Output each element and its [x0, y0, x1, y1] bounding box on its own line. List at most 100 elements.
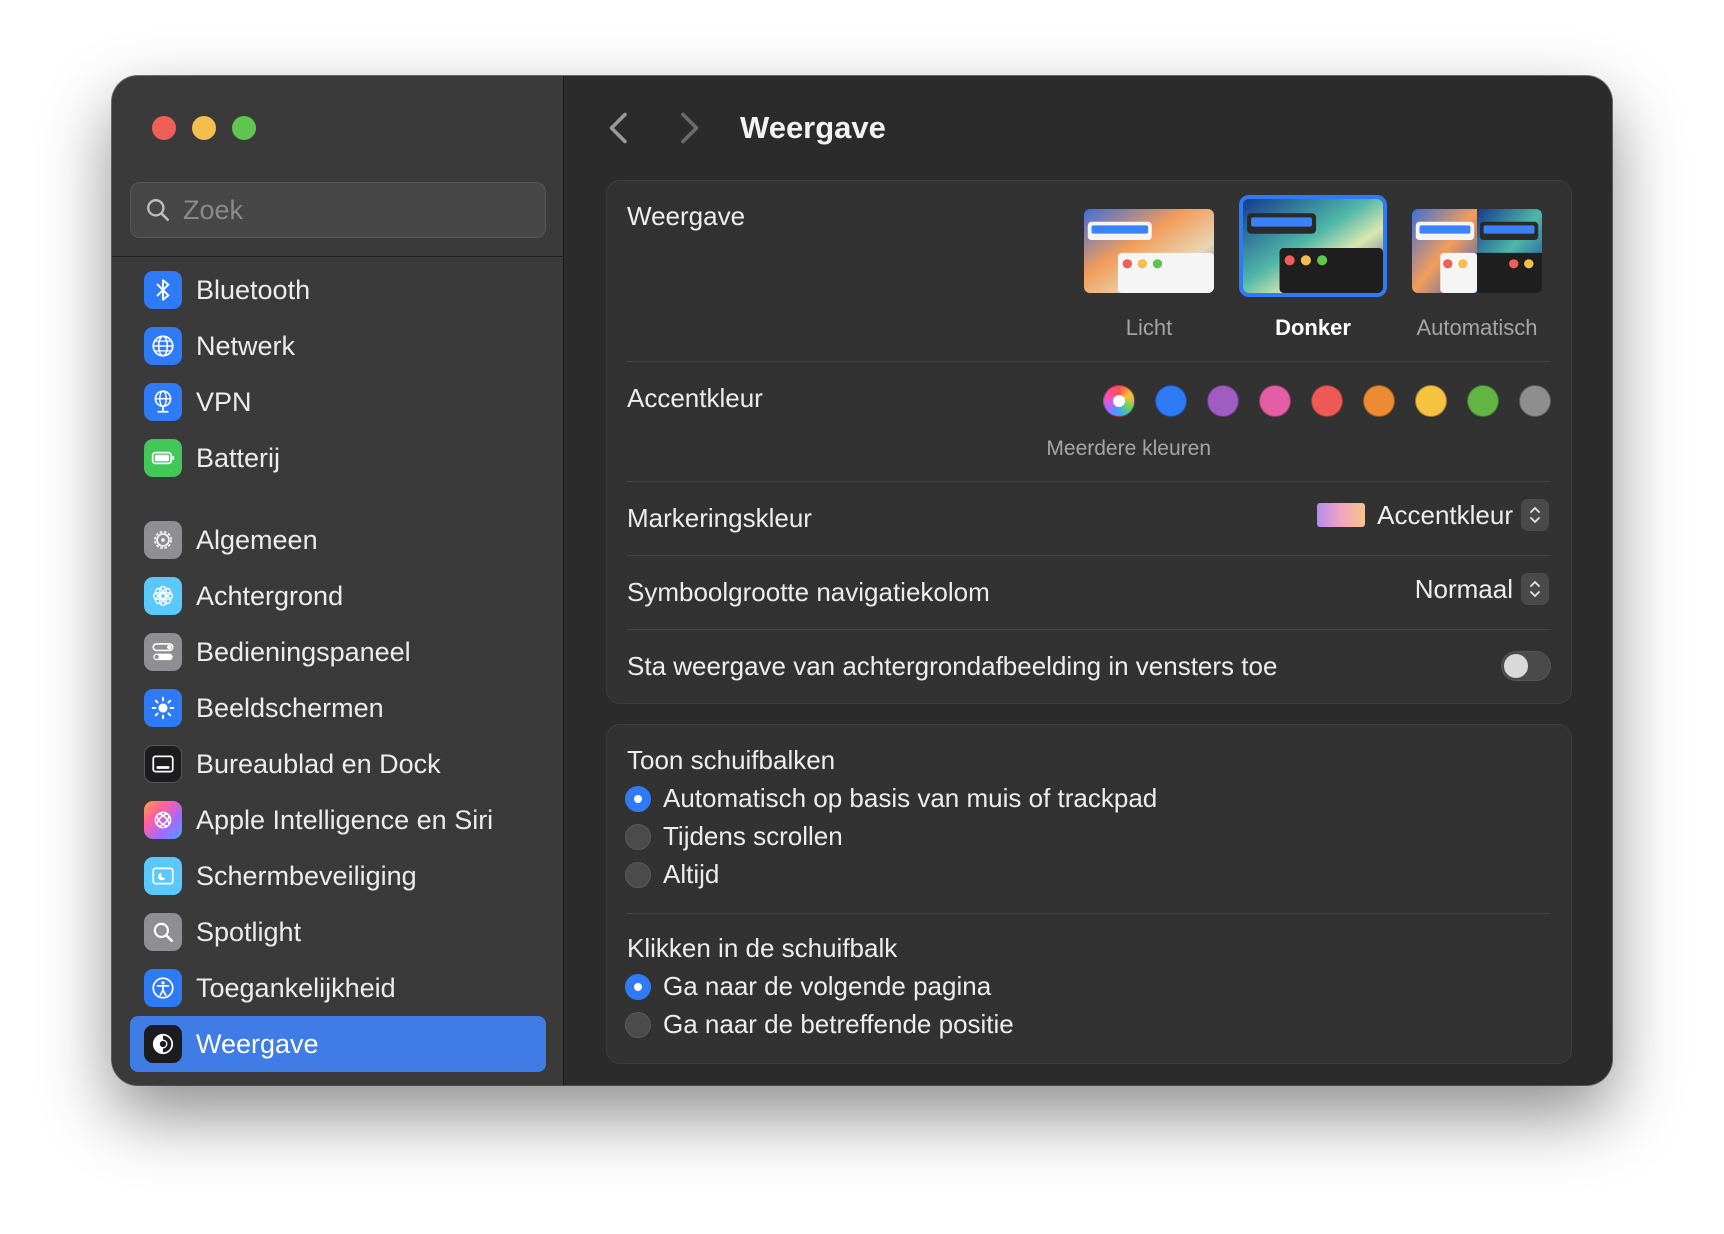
light-thumbnail: [1080, 205, 1218, 297]
sidebar-item-general[interactable]: Algemeen: [130, 512, 546, 568]
toolbar: Weergave: [604, 110, 886, 146]
appearance-settings-card: Weergave Licht Donker Automatisch Accent…: [606, 180, 1572, 704]
sidebar-item-bluetooth[interactable]: Bluetooth: [130, 262, 546, 318]
radio-jump-to-spot[interactable]: Ga naar de betreffende positie: [625, 1009, 1014, 1040]
siri-icon: [144, 801, 182, 839]
dock-icon: [144, 745, 182, 783]
minimize-button[interactable]: [192, 116, 216, 140]
wallpaper-tinting-label: Sta weergave van achtergrondafbeelding i…: [627, 651, 1278, 681]
sidebar-icon-size-label: Symboolgrootte navigatiekolom: [627, 577, 990, 607]
sidebar-item-displays[interactable]: Beeldschermen: [130, 680, 546, 736]
radio-label: Ga naar de volgende pagina: [663, 971, 992, 1001]
radio-scrollbars-always[interactable]: Altijd: [625, 859, 719, 890]
gear-icon: [144, 521, 182, 559]
appearance-options: Licht Donker Automatisch: [1077, 195, 1549, 341]
appearance-option-dark[interactable]: Donker: [1239, 195, 1387, 341]
search-input[interactable]: [183, 194, 523, 226]
accent-swatches: [1103, 385, 1551, 417]
sidebar-divider: [112, 256, 564, 257]
sidebar-item-label: Toegankelijkheid: [196, 972, 396, 1003]
sidebar-item-label: VPN: [196, 386, 252, 417]
radio-label: Altijd: [663, 859, 720, 889]
swatch-orange[interactable]: [1363, 385, 1395, 417]
appearance-icon: [144, 1025, 182, 1063]
appearance-option-label: Donker: [1275, 315, 1351, 340]
highlight-popup[interactable]: Accentkleur: [1317, 499, 1549, 531]
updown-chevron-icon: [1521, 573, 1549, 605]
sidebar-item-label: Apple Intelligence en Siri: [196, 804, 494, 835]
click-scrollbar-title: Klikken in de schuifbalk: [627, 933, 898, 963]
main-pane: Weergave Weergave Licht Donker Automatis…: [564, 76, 1612, 1085]
sidebar-item-network[interactable]: Netwerk: [130, 318, 546, 374]
accessibility-icon: [144, 969, 182, 1007]
sidebar-item-appearance[interactable]: Weergave: [130, 1016, 546, 1072]
swatch-blue[interactable]: [1155, 385, 1187, 417]
sidebar-item-label: Spotlight: [196, 916, 302, 947]
radio-label: Tijdens scrollen: [663, 821, 843, 851]
settings-window: Bluetooth Netwerk VPN Batt: [112, 76, 1612, 1085]
radio-dot: [625, 1011, 651, 1038]
sidebar-item-spotlight[interactable]: Spotlight: [130, 904, 546, 960]
close-button[interactable]: [152, 116, 176, 140]
divider: [627, 361, 1551, 362]
updown-chevron-icon: [1521, 499, 1549, 531]
accent-caption: Meerdere kleuren: [1046, 437, 1211, 460]
sidebar-item-apple-intelligence-siri[interactable]: Apple Intelligence en Siri: [130, 792, 546, 848]
dark-thumbnail: [1239, 195, 1387, 297]
swatch-purple[interactable]: [1207, 385, 1239, 417]
magnifier-icon: [144, 913, 182, 951]
sidebar-item-label: Weergave: [196, 1028, 319, 1059]
screensaver-icon: [144, 857, 182, 895]
sidebar-item-control-center[interactable]: Bedieningspaneel: [130, 624, 546, 680]
auto-thumbnail: [1408, 205, 1546, 297]
divider: [627, 555, 1551, 556]
chevron-right-icon[interactable]: [674, 110, 704, 146]
search-field[interactable]: [130, 182, 546, 238]
sidebar-icon-size-value: Normaal: [1414, 573, 1513, 604]
divider: [627, 629, 1551, 630]
sidebar-item-desktop-dock[interactable]: Bureaublad en Dock: [130, 736, 546, 792]
sidebar-item-label: Batterij: [196, 442, 281, 473]
sidebar-item-accessibility[interactable]: Toegankelijkheid: [130, 960, 546, 1016]
swatch-red[interactable]: [1311, 385, 1343, 417]
highlight-color-chip: [1317, 503, 1366, 527]
swatch-multicolor[interactable]: [1103, 385, 1135, 417]
swatch-pink[interactable]: [1259, 385, 1291, 417]
traffic-lights: [152, 116, 256, 140]
sidebar-item-battery[interactable]: Batterij: [130, 430, 546, 486]
globe-icon: [144, 327, 182, 365]
sidebar-item-label: Achtergrond: [196, 580, 344, 611]
appearance-option-auto[interactable]: Automatisch: [1405, 201, 1549, 341]
scrollbars-title: Toon schuifbalken: [627, 745, 836, 775]
sidebar-item-label: Bedieningspaneel: [196, 636, 411, 667]
sidebar-item-label: Netwerk: [196, 330, 296, 361]
chevron-left-icon[interactable]: [604, 110, 634, 146]
sidebar-item-label: Bluetooth: [196, 274, 311, 305]
wallpaper-tinting-toggle[interactable]: [1501, 651, 1551, 681]
sidebar-item-wallpaper[interactable]: Achtergrond: [130, 568, 546, 624]
radio-dot: [625, 823, 651, 850]
swatch-graphite[interactable]: [1519, 385, 1551, 417]
radio-label: Ga naar de betreffende positie: [663, 1009, 1014, 1039]
vpn-globe-icon: [144, 383, 182, 421]
scrollbar-settings-card: Toon schuifbalken Automatisch op basis v…: [606, 724, 1572, 1064]
sidebar-item-screensaver[interactable]: Schermbeveiliging: [130, 848, 546, 904]
sidebar: Bluetooth Netwerk VPN Batt: [112, 76, 564, 1085]
sidebar-list: Bluetooth Netwerk VPN Batterij Algemeen …: [130, 262, 546, 1072]
swatch-yellow[interactable]: [1415, 385, 1447, 417]
battery-icon: [144, 439, 182, 477]
appearance-option-light[interactable]: Licht: [1077, 201, 1221, 341]
zoom-button[interactable]: [232, 116, 256, 140]
radio-dot: [625, 785, 651, 812]
bluetooth-icon: [144, 271, 182, 309]
radio-jump-next-page[interactable]: Ga naar de volgende pagina: [625, 971, 991, 1002]
sidebar-icon-size-popup[interactable]: Normaal: [1415, 573, 1549, 605]
radio-dot: [625, 861, 651, 888]
divider: [627, 913, 1551, 914]
sidebar-item-vpn[interactable]: VPN: [130, 374, 546, 430]
divider: [627, 481, 1551, 482]
radio-scrollbars-automatic[interactable]: Automatisch op basis van muis of trackpa…: [625, 783, 1157, 814]
swatch-green[interactable]: [1467, 385, 1499, 417]
radio-scrollbars-when-scrolling[interactable]: Tijdens scrollen: [625, 821, 843, 852]
highlight-value: Accentkleur: [1377, 499, 1513, 530]
